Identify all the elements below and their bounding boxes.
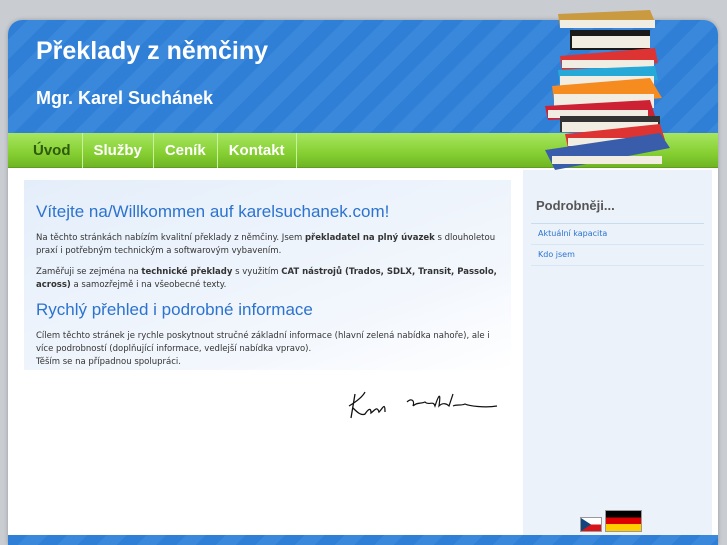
footer xyxy=(8,535,718,545)
focus-paragraph: Zaměřuji se zejména na technické překlad… xyxy=(36,266,499,292)
sidebar: Podrobněji... Aktuální kapacita Kdo jsem xyxy=(523,170,712,545)
nav-item-cenik[interactable]: Ceník xyxy=(154,133,218,168)
text: Těším se na případnou spolupráci. xyxy=(36,357,181,367)
sidebar-link-kapacita[interactable]: Aktuální kapacita xyxy=(531,224,704,245)
text: s využitím xyxy=(232,267,282,277)
nav-item-uvod[interactable]: Úvod xyxy=(8,133,83,168)
text: a samozřejmě i na všeobecné texty. xyxy=(70,280,227,290)
sidebar-link-kdo-jsem[interactable]: Kdo jsem xyxy=(531,245,704,266)
overview-paragraph: Cílem těchto stránek je rychle poskytnou… xyxy=(36,330,499,369)
text-bold: překladatel na plný úvazek xyxy=(304,233,435,243)
intro-paragraph: Na těchto stránkách nabízím kvalitní pře… xyxy=(36,232,499,258)
nav-item-sluzby[interactable]: Služby xyxy=(83,133,154,168)
german-flag-icon[interactable] xyxy=(605,510,642,532)
overview-heading: Rychlý přehled i podrobné informace xyxy=(36,300,313,319)
signature-image xyxy=(348,391,498,419)
text-bold: technické překlady xyxy=(141,267,233,277)
site-subtitle: Mgr. Karel Suchánek xyxy=(36,88,214,108)
welcome-heading: Vítejte na/Willkommen auf karelsuchanek.… xyxy=(36,202,390,221)
sidebar-title: Podrobněji... xyxy=(536,198,615,213)
nav-item-kontakt[interactable]: Kontakt xyxy=(218,133,297,168)
site-title: Překlady z němčiny xyxy=(36,37,269,65)
text: Na těchto stránkách nabízím kvalitní pře… xyxy=(36,233,305,243)
main-content: Vítejte na/Willkommen auf karelsuchanek.… xyxy=(24,180,511,370)
text: Zaměřuji se zejména na xyxy=(36,267,142,277)
czech-flag-icon[interactable] xyxy=(580,517,602,532)
books-stack-icon xyxy=(545,10,670,170)
text: Cílem těchto stránek je rychle poskytnou… xyxy=(36,331,490,354)
